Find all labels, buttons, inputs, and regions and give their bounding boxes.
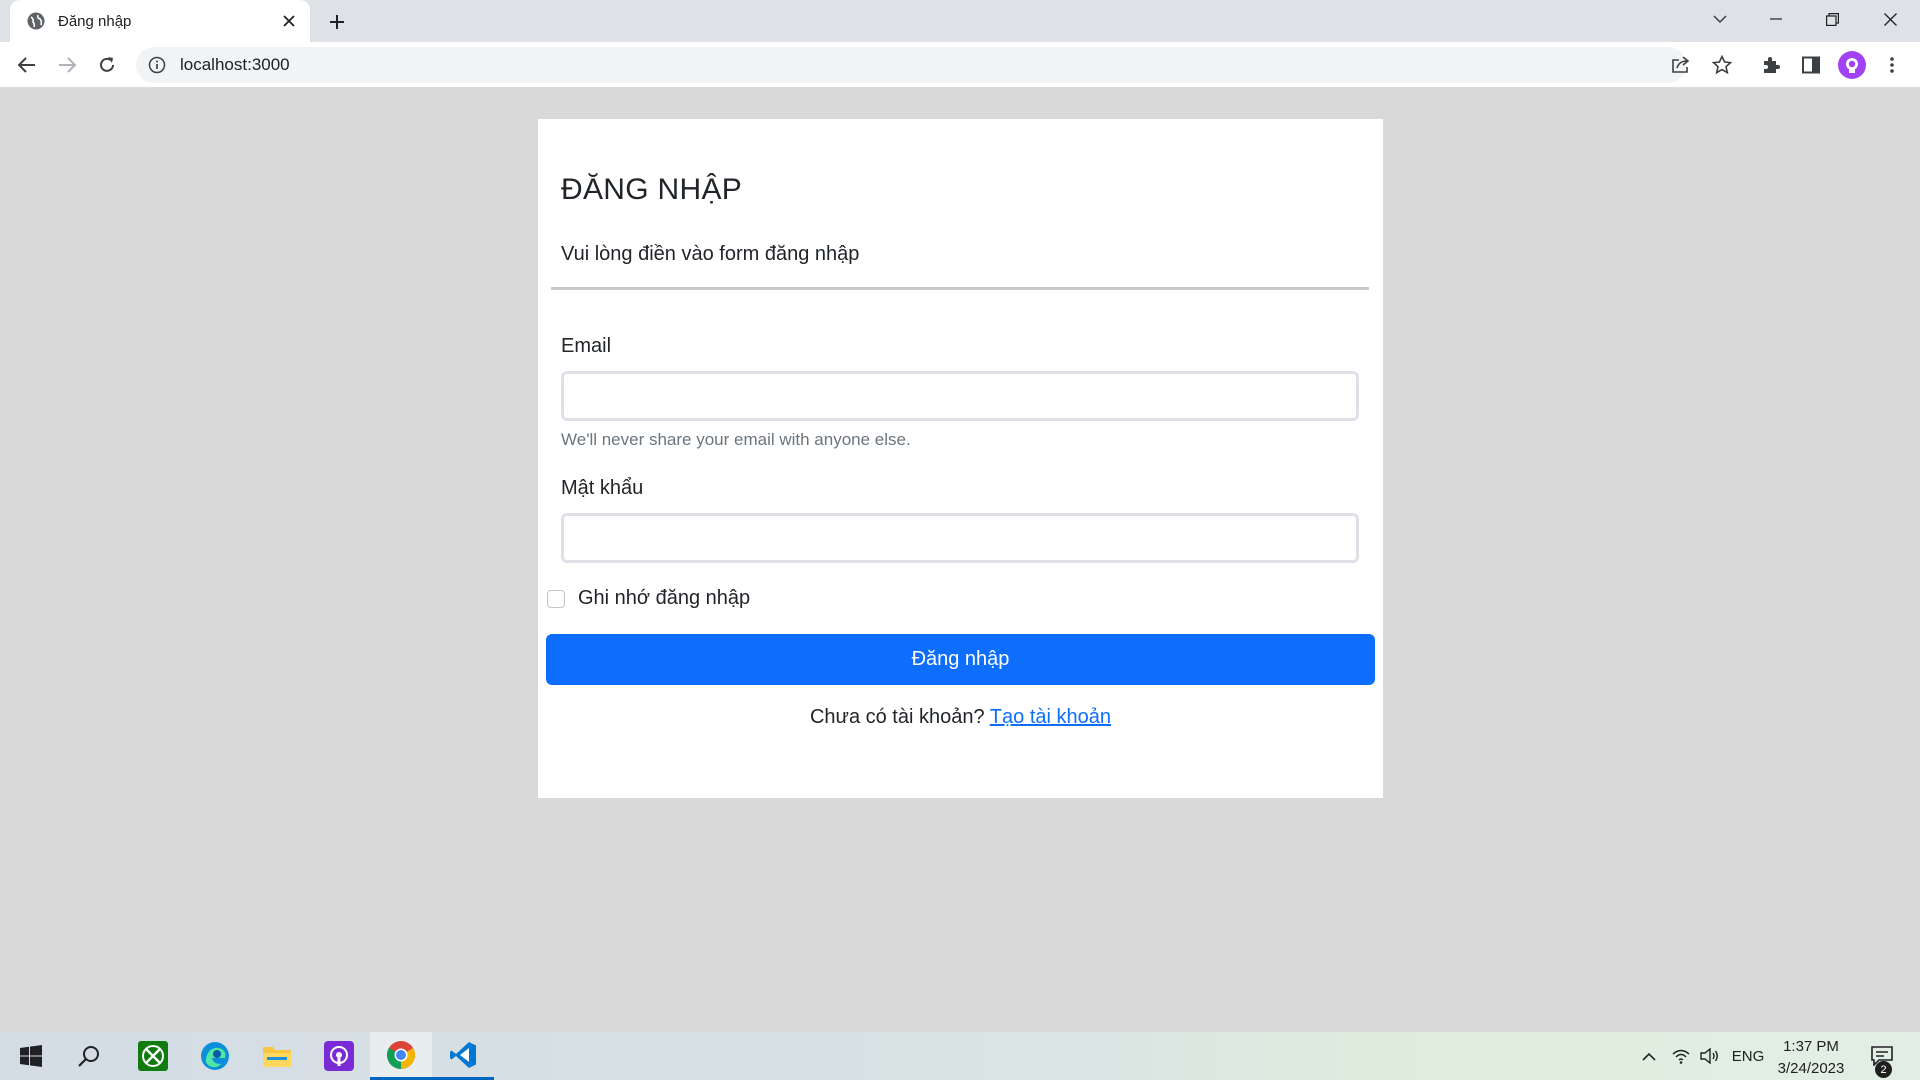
extensions-icon[interactable] bbox=[1756, 50, 1786, 80]
url-text: localhost:3000 bbox=[180, 55, 290, 74]
remember-me-row: Ghi nhớ đăng nhập bbox=[547, 587, 750, 610]
edge-icon[interactable] bbox=[184, 1032, 246, 1080]
remember-me-checkbox[interactable] bbox=[547, 589, 565, 608]
file-explorer-icon[interactable] bbox=[246, 1032, 308, 1080]
email-help-text: We'll never share your email with anyone… bbox=[561, 430, 911, 449]
clock-date: 3/24/2023 bbox=[1777, 1060, 1845, 1077]
register-prompt: Chưa có tài khoản? Tạo tài khoản bbox=[538, 706, 1383, 729]
show-hidden-icons-icon[interactable] bbox=[1636, 1032, 1662, 1080]
login-card: ĐĂNG NHẬP Vui lòng điền vào form đăng nh… bbox=[538, 119, 1383, 798]
password-field[interactable] bbox=[561, 513, 1359, 563]
clock-time: 1:37 PM bbox=[1783, 1038, 1839, 1055]
search-icon[interactable] bbox=[58, 1032, 120, 1080]
restore-icon[interactable] bbox=[1804, 0, 1860, 38]
close-tab-icon[interactable] bbox=[278, 10, 300, 32]
remember-me-label[interactable]: Ghi nhớ đăng nhập bbox=[578, 587, 750, 610]
language-indicator[interactable]: ENG bbox=[1728, 1032, 1768, 1080]
language-text: ENG bbox=[1731, 1047, 1765, 1065]
side-panel-icon[interactable] bbox=[1796, 50, 1826, 80]
forward-icon[interactable] bbox=[52, 50, 82, 80]
address-bar[interactable]: localhost:3000 bbox=[136, 47, 1686, 83]
email-field[interactable] bbox=[561, 371, 1359, 421]
browser-tab[interactable]: Đăng nhập bbox=[10, 0, 310, 42]
vscode-icon[interactable] bbox=[432, 1032, 494, 1080]
site-info-icon[interactable] bbox=[148, 56, 166, 74]
chrome-icon[interactable] bbox=[370, 1032, 432, 1080]
login-button[interactable]: Đăng nhập bbox=[546, 634, 1375, 685]
divider bbox=[551, 287, 1369, 290]
windows-taskbar: ENG 1:37 PM 3/24/2023 bbox=[0, 1032, 1920, 1080]
password-label: Mật khẩu bbox=[561, 477, 644, 499]
register-prompt-text: Chưa có tài khoản? bbox=[809, 706, 985, 728]
login-subtitle: Vui lòng điền vào form đăng nhập bbox=[561, 243, 860, 265]
reload-icon[interactable] bbox=[92, 50, 122, 80]
minimize-icon[interactable] bbox=[1748, 0, 1804, 38]
notification-count-badge: 2 bbox=[1875, 1061, 1892, 1078]
new-tab-button[interactable] bbox=[322, 7, 352, 37]
browser-toolbar: localhost:3000 bbox=[0, 42, 1920, 88]
volume-icon[interactable] bbox=[1697, 1032, 1723, 1080]
page-title: ĐĂNG NHẬP bbox=[561, 173, 743, 206]
share-icon[interactable] bbox=[1666, 50, 1696, 80]
profile-avatar[interactable] bbox=[1837, 50, 1867, 80]
globe-icon bbox=[27, 12, 45, 30]
create-account-link[interactable]: Tạo tài khoản bbox=[990, 706, 1111, 728]
network-icon[interactable] bbox=[1668, 1032, 1694, 1080]
back-icon[interactable] bbox=[12, 50, 42, 80]
bookmark-star-icon[interactable] bbox=[1707, 50, 1737, 80]
email-label: Email bbox=[561, 335, 612, 357]
podcast-app-icon[interactable] bbox=[308, 1032, 370, 1080]
system-clock[interactable]: 1:37 PM 3/24/2023 bbox=[1763, 1036, 1859, 1080]
tab-strip: Đăng nhập bbox=[0, 0, 1920, 42]
menu-kebab-icon[interactable] bbox=[1877, 50, 1907, 80]
start-icon[interactable] bbox=[0, 1032, 62, 1080]
xbox-icon[interactable] bbox=[122, 1032, 184, 1080]
tab-title: Đăng nhập bbox=[58, 12, 132, 30]
close-window-icon[interactable] bbox=[1862, 0, 1918, 38]
tab-search-icon[interactable] bbox=[1692, 0, 1748, 38]
avatar bbox=[1838, 51, 1866, 79]
